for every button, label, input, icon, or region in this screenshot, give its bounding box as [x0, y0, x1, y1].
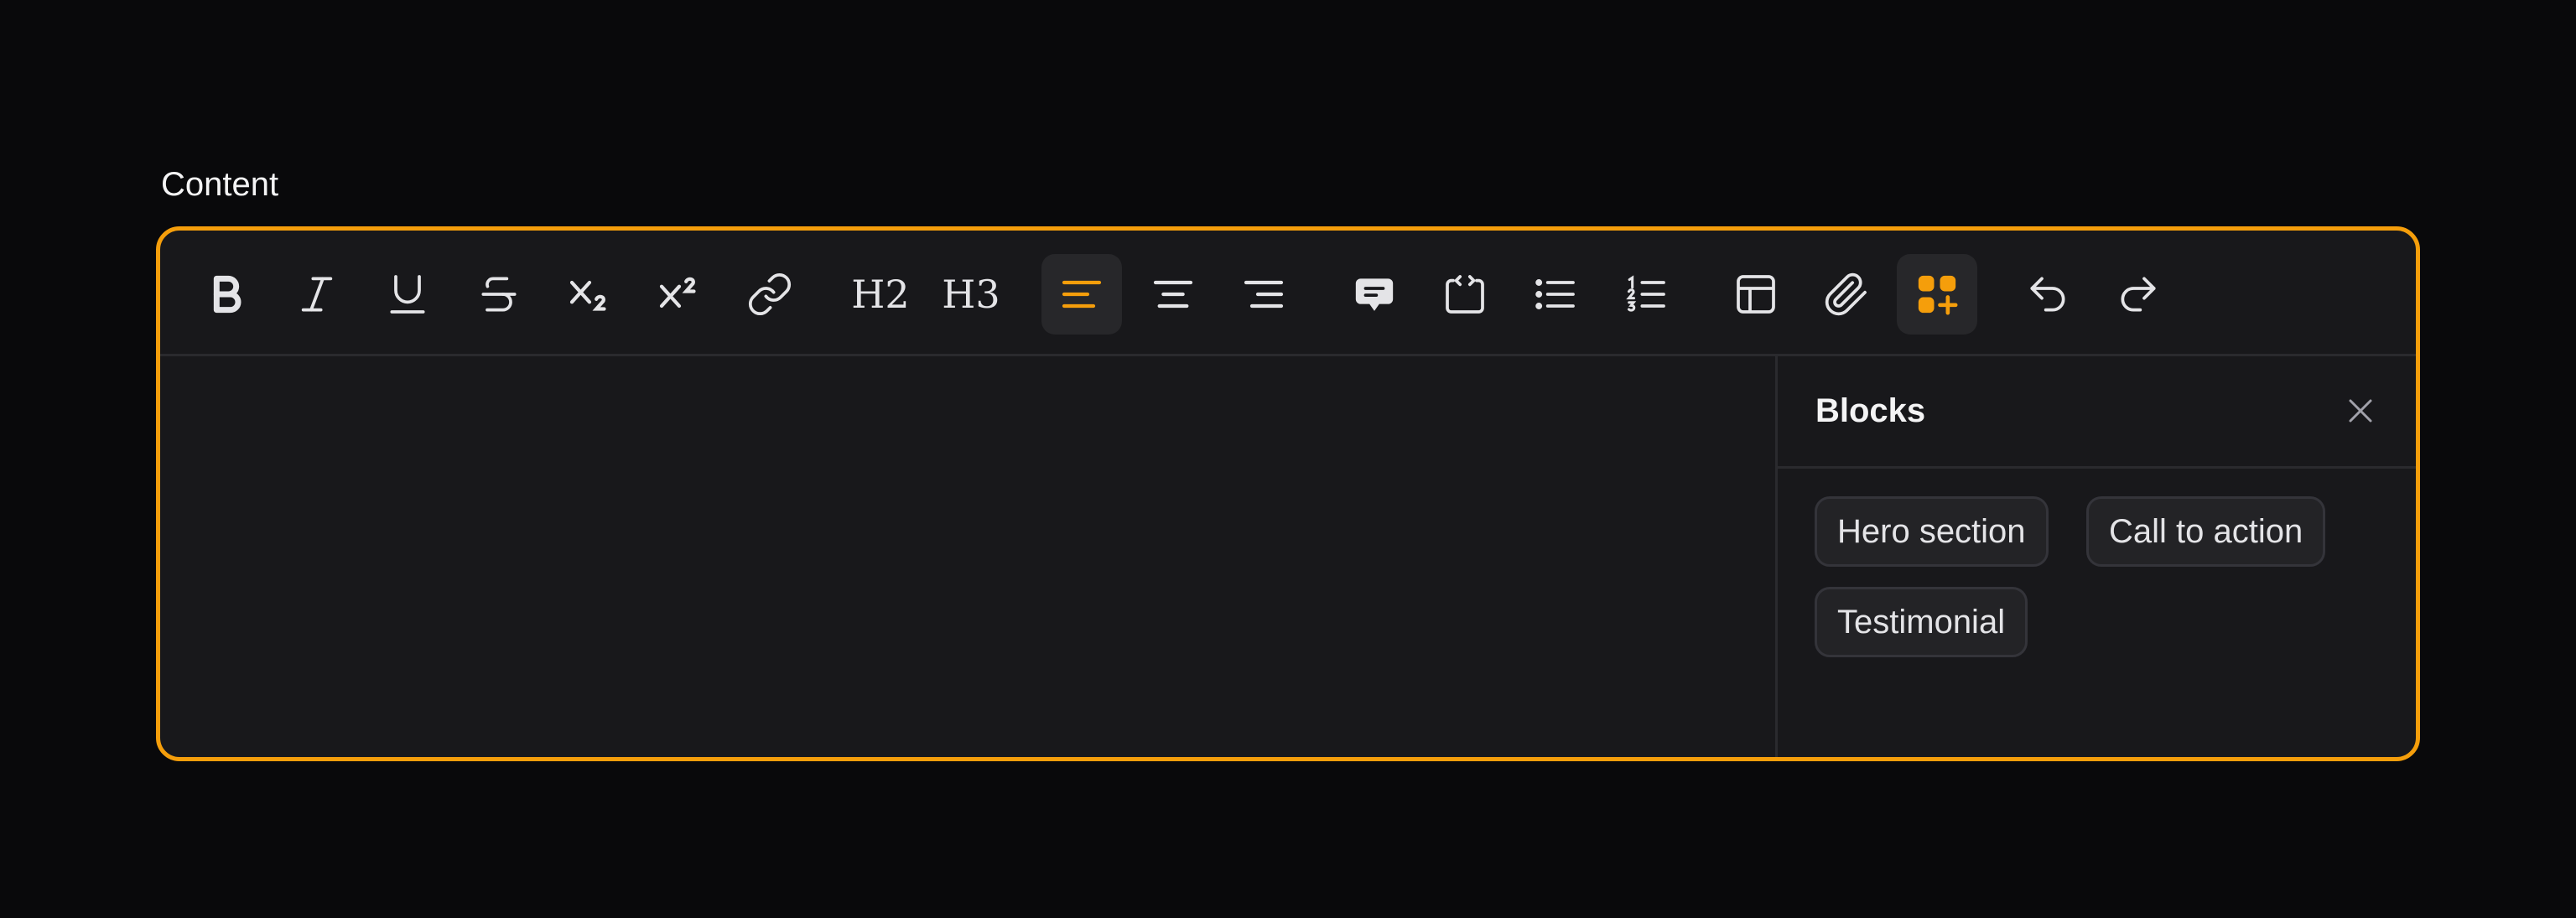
redo-icon: [2121, 277, 2156, 312]
close-blocks-button[interactable]: [2334, 384, 2387, 438]
paperclip-icon: [1825, 272, 1867, 316]
attach-files-button[interactable]: [1806, 254, 1887, 335]
align-left-icon: [1062, 280, 1102, 309]
heading-2-icon: H2: [851, 272, 910, 317]
block-item-call-to-action[interactable]: Call to action: [2086, 496, 2326, 567]
close-icon: [2349, 399, 2372, 423]
align-right-icon: [1244, 280, 1284, 309]
bold-icon: [213, 275, 242, 314]
heading-2-button[interactable]: H2: [840, 254, 921, 335]
superscript-button[interactable]: [639, 254, 719, 335]
speech-bubble-icon: [1355, 278, 1394, 311]
undo-icon: [2030, 277, 2065, 312]
italic-button[interactable]: [277, 254, 357, 335]
align-center-icon: [1153, 280, 1193, 309]
custom-blocks-button[interactable]: [1897, 254, 1977, 335]
editor-content-area[interactable]: [160, 356, 1775, 757]
underline-icon: [390, 275, 425, 314]
heading-3-icon: H3: [942, 272, 1000, 317]
ordered-list-button[interactable]: [1606, 254, 1686, 335]
blocks-plus-icon: [1918, 275, 1958, 315]
strikethrough-icon: [481, 277, 517, 312]
align-right-button[interactable]: [1223, 254, 1304, 335]
align-center-button[interactable]: [1133, 254, 1213, 335]
link-icon: [748, 272, 792, 316]
block-item-testimonial[interactable]: Testimonial: [1815, 587, 2028, 657]
ordered-list-icon: [1626, 275, 1665, 312]
subscript-button[interactable]: [549, 254, 630, 335]
code-block-button[interactable]: [1425, 254, 1505, 335]
blockquote-button[interactable]: [1334, 254, 1415, 335]
heading-3-button[interactable]: H3: [931, 254, 1011, 335]
blocks-panel: Blocks Hero section Call to action Testi…: [1775, 354, 2416, 757]
redo-button[interactable]: [2098, 254, 2179, 335]
superscript-icon: [659, 277, 696, 309]
subscript-icon: [569, 280, 606, 311]
bullet-list-button[interactable]: [1515, 254, 1596, 335]
bold-button[interactable]: [186, 254, 267, 335]
table-icon: [1737, 275, 1775, 314]
underline-button[interactable]: [367, 254, 448, 335]
field-label: Content: [161, 166, 279, 203]
code-block-icon: [1446, 275, 1484, 314]
editor-toolbar: H2 H3: [160, 231, 2416, 356]
rich-editor: H2 H3 Blocks Hero section Call to action…: [156, 226, 2420, 761]
undo-button[interactable]: [2007, 254, 2088, 335]
blocks-panel-header: Blocks: [1778, 354, 2416, 469]
link-button[interactable]: [730, 254, 810, 335]
align-left-button[interactable]: [1041, 254, 1122, 335]
bullet-list-icon: [1535, 279, 1575, 309]
italic-icon: [301, 277, 333, 312]
block-item-hero-section[interactable]: Hero section: [1815, 496, 2049, 567]
table-button[interactable]: [1716, 254, 1796, 335]
blocks-panel-title: Blocks: [1815, 392, 1926, 429]
strikethrough-button[interactable]: [459, 254, 539, 335]
